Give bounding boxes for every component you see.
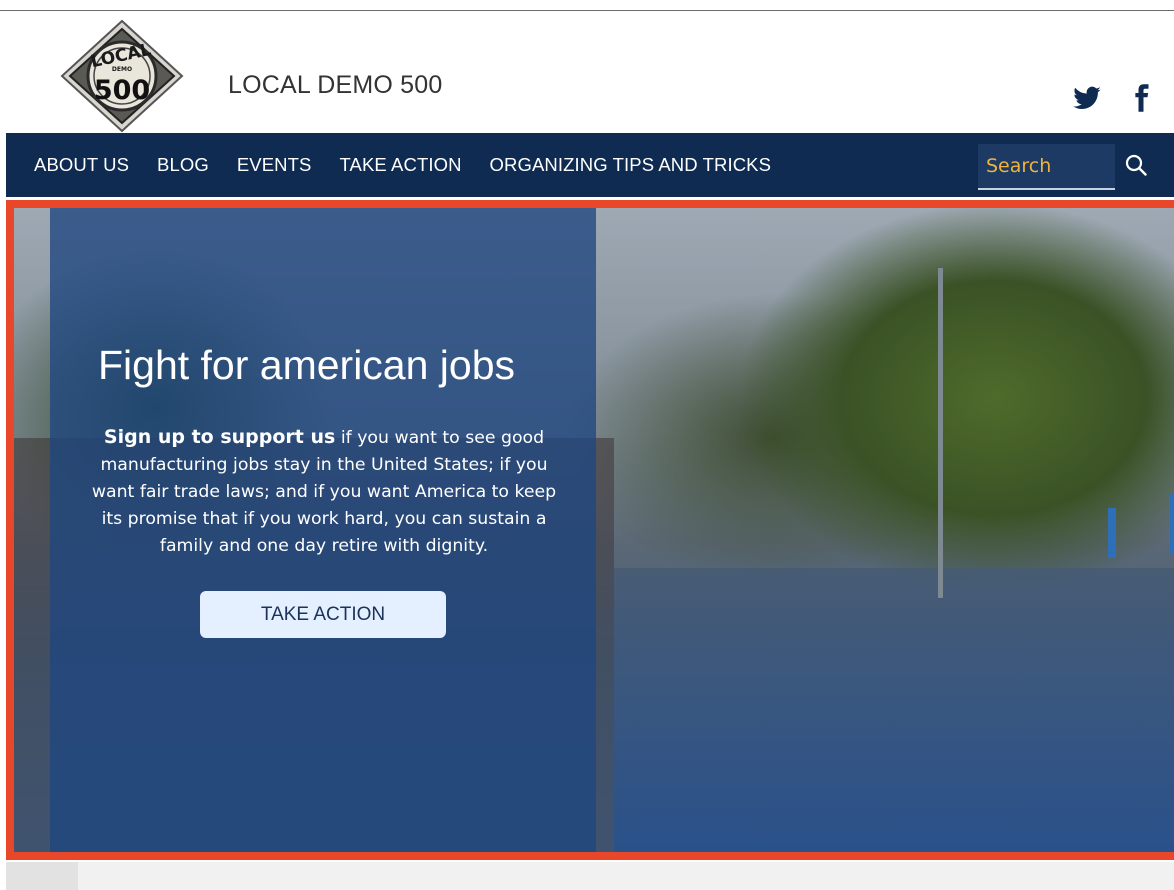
logo-emblem-icon: LOCAL DEMO 500 — [60, 19, 184, 133]
twitter-icon[interactable] — [1072, 83, 1102, 113]
take-action-button[interactable]: TAKE ACTION — [200, 591, 446, 638]
hero-banner: Fight for american jobs Sign up to suppo… — [6, 200, 1174, 860]
site-header: LOCAL DEMO 500 LOCAL DEMO 500 — [0, 11, 1174, 133]
search-icon[interactable] — [1124, 153, 1148, 177]
social-links — [1072, 83, 1156, 113]
search-input[interactable] — [978, 144, 1115, 190]
hero-description: Sign up to support us if you want to see… — [90, 424, 558, 560]
nav-item-about-us[interactable]: ABOUT US — [34, 154, 129, 176]
main-nav: ABOUT US BLOG EVENTS TAKE ACTION ORGANIZ… — [6, 133, 1174, 197]
svg-text:500: 500 — [94, 75, 150, 106]
blue-post — [1170, 493, 1174, 553]
bottom-section — [6, 862, 1174, 890]
facebook-icon[interactable] — [1126, 83, 1156, 113]
hero-text-panel: Fight for american jobs Sign up to suppo… — [50, 208, 596, 852]
nav-item-organizing-tips[interactable]: ORGANIZING TIPS AND TRICKS — [490, 154, 772, 176]
nav-menu: ABOUT US BLOG EVENTS TAKE ACTION ORGANIZ… — [34, 133, 771, 197]
bottom-tab — [6, 862, 78, 890]
lamp-pole — [938, 268, 943, 598]
site-logo[interactable]: LOCAL DEMO 500 — [58, 19, 186, 133]
svg-text:DEMO: DEMO — [112, 66, 132, 73]
blue-post — [1108, 508, 1116, 558]
flooded-parking-area — [614, 568, 1174, 852]
nav-item-blog[interactable]: BLOG — [157, 154, 209, 176]
site-title: LOCAL DEMO 500 — [228, 71, 443, 99]
page: LOCAL DEMO 500 LOCAL DEMO 500 ABOUT US B… — [0, 0, 1174, 890]
hero-lead-bold: Sign up to support us — [103, 426, 336, 448]
nav-item-events[interactable]: EVENTS — [237, 154, 312, 176]
nav-item-take-action[interactable]: TAKE ACTION — [339, 154, 461, 176]
hero-heading: Fight for american jobs — [98, 342, 516, 388]
